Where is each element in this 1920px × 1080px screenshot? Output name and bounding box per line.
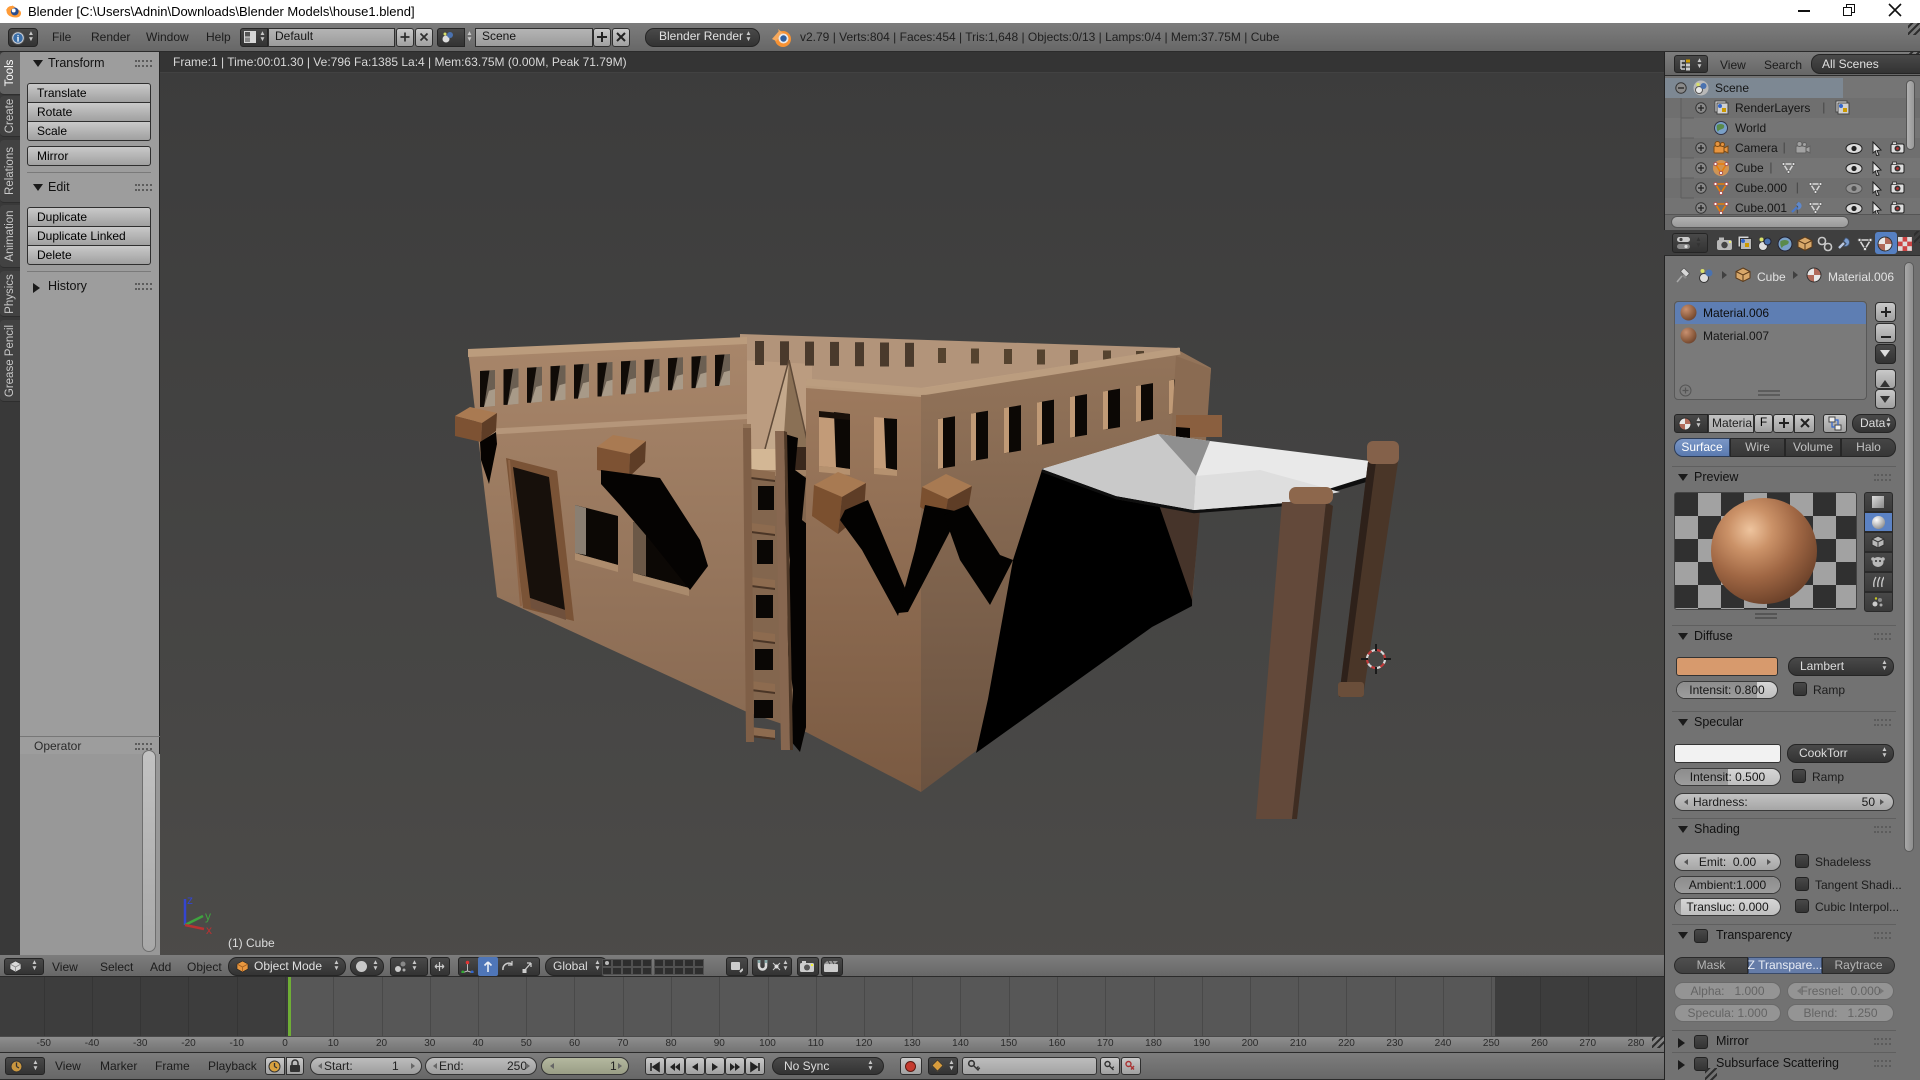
- svg-text:y: y: [205, 909, 211, 923]
- svg-text:z: z: [187, 893, 193, 907]
- svg-text:x: x: [206, 923, 212, 937]
